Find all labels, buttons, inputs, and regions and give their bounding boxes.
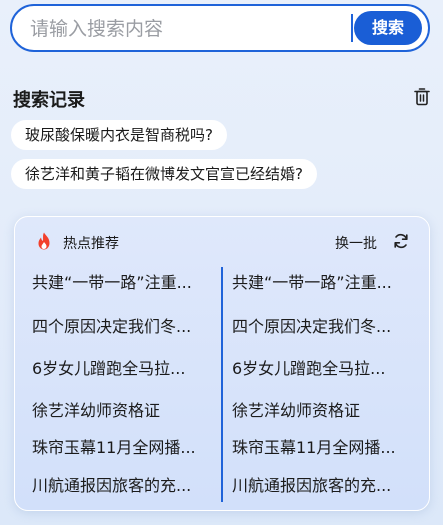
search-button[interactable]: 搜索 <box>354 11 422 45</box>
history-title: 搜索记录 <box>13 90 85 111</box>
hot-item[interactable]: 珠帘玉幕11月全网播... <box>32 438 210 458</box>
hot-item[interactable]: 徐艺洋幼师资格证 <box>32 401 210 421</box>
search-input[interactable]: 请输入搜索内容 <box>30 18 163 40</box>
hot-item[interactable]: 6岁女儿蹭跑全马拉... <box>232 359 410 379</box>
history-item[interactable]: 徐艺洋和黄子韬在微博发文官宣已经结婚? <box>11 159 317 189</box>
hot-item[interactable]: 共建“一带一路”注重... <box>232 273 410 293</box>
hot-item[interactable]: 珠帘玉幕11月全网播... <box>232 438 410 458</box>
fire-icon <box>38 232 50 250</box>
column-divider <box>221 267 223 502</box>
hot-title: 热点推荐 <box>63 236 119 252</box>
hot-item[interactable]: 川航通报因旅客的充... <box>32 476 210 496</box>
hot-item[interactable]: 6岁女儿蹭跑全马拉... <box>32 359 210 379</box>
hot-item[interactable]: 四个原因决定我们冬... <box>232 317 410 337</box>
trash-icon[interactable] <box>414 88 430 106</box>
search-divider <box>351 14 353 42</box>
search-bar[interactable]: 请输入搜索内容 搜索 <box>10 4 430 52</box>
refresh-icon[interactable] <box>393 233 409 249</box>
hot-item[interactable]: 共建“一带一路”注重... <box>32 273 210 293</box>
refresh-button[interactable]: 换一批 <box>335 233 377 253</box>
hot-item[interactable]: 四个原因决定我们冬... <box>32 317 210 337</box>
hot-item[interactable]: 徐艺洋幼师资格证 <box>232 401 410 421</box>
history-item[interactable]: 玻尿酸保暖内衣是智商税吗? <box>11 120 227 150</box>
hot-item[interactable]: 川航通报因旅客的充... <box>232 476 410 496</box>
hot-card: 热点推荐 换一批 共建“一带一路”注重... 四个原因决定我们冬... 6岁女儿… <box>14 216 430 511</box>
